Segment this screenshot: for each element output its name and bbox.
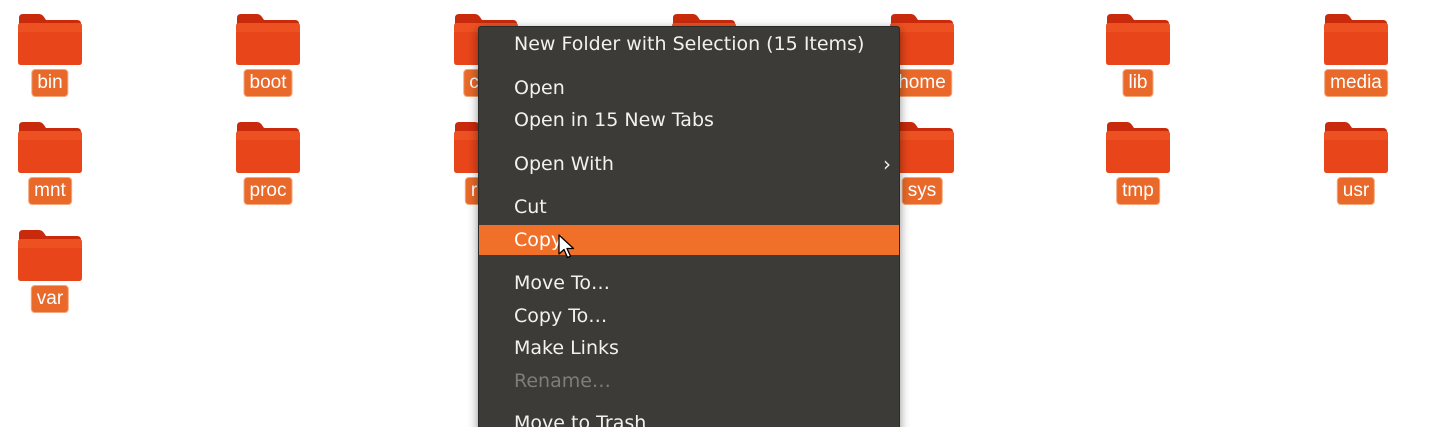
folder-label: sys [901,177,943,205]
menu-item-rename: Rename… [514,370,611,392]
folder-label: lib [1122,69,1154,97]
folder-label: media [1324,69,1388,97]
folder-label: mnt [28,177,72,205]
menu-item-open-with-label: Open With [514,153,614,175]
menu-item-copy-to[interactable]: Copy To… [479,301,899,331]
chevron-right-icon: › [883,152,891,176]
folder-icon [17,12,83,66]
menu-item-move-to[interactable]: Move To… [479,268,899,298]
folder-icon [235,120,301,174]
folder-proc[interactable]: proc [218,108,318,208]
folder-media[interactable]: media [1306,0,1406,100]
menu-item-new-folder-with-selection[interactable]: New Folder with Selection (15 Items) [479,29,899,59]
folder-icon [1323,120,1389,174]
menu-item-open-in-new-tabs[interactable]: Open in 15 New Tabs [479,105,899,135]
menu-item-make-links[interactable]: Make Links [479,333,899,363]
folder-label: tmp [1116,177,1160,205]
menu-item-move-to-trash[interactable]: Move to Trash [479,408,899,427]
arrow-pointer-icon [558,234,575,259]
folder-icon [17,120,83,174]
folder-mnt[interactable]: mnt [0,108,100,208]
folder-boot[interactable]: boot [218,0,318,100]
folder-icon [1105,120,1171,174]
desktop-file-view: bin boot c home lib media mnt proc r sys [0,0,1438,427]
menu-item-open-with[interactable]: Open With › [479,149,899,179]
folder-var[interactable]: var [0,216,100,316]
folder-icon [1105,12,1171,66]
folder-label: usr [1336,177,1376,205]
context-menu: New Folder with Selection (15 Items) Ope… [478,26,900,427]
folder-bin[interactable]: bin [0,0,100,100]
folder-label: bin [31,69,69,97]
folder-label: proc [243,177,293,205]
folder-icon [235,12,301,66]
menu-item-cut[interactable]: Cut [479,192,899,222]
folder-label: var [30,285,70,313]
folder-label: boot [243,69,293,97]
folder-lib[interactable]: lib [1088,0,1188,100]
folder-tmp[interactable]: tmp [1088,108,1188,208]
menu-item-copy[interactable]: Copy [479,225,899,255]
folder-label: home [892,69,952,97]
folder-usr[interactable]: usr [1306,108,1406,208]
menu-item-open[interactable]: Open [479,73,899,103]
folder-icon [17,228,83,282]
folder-icon [1323,12,1389,66]
